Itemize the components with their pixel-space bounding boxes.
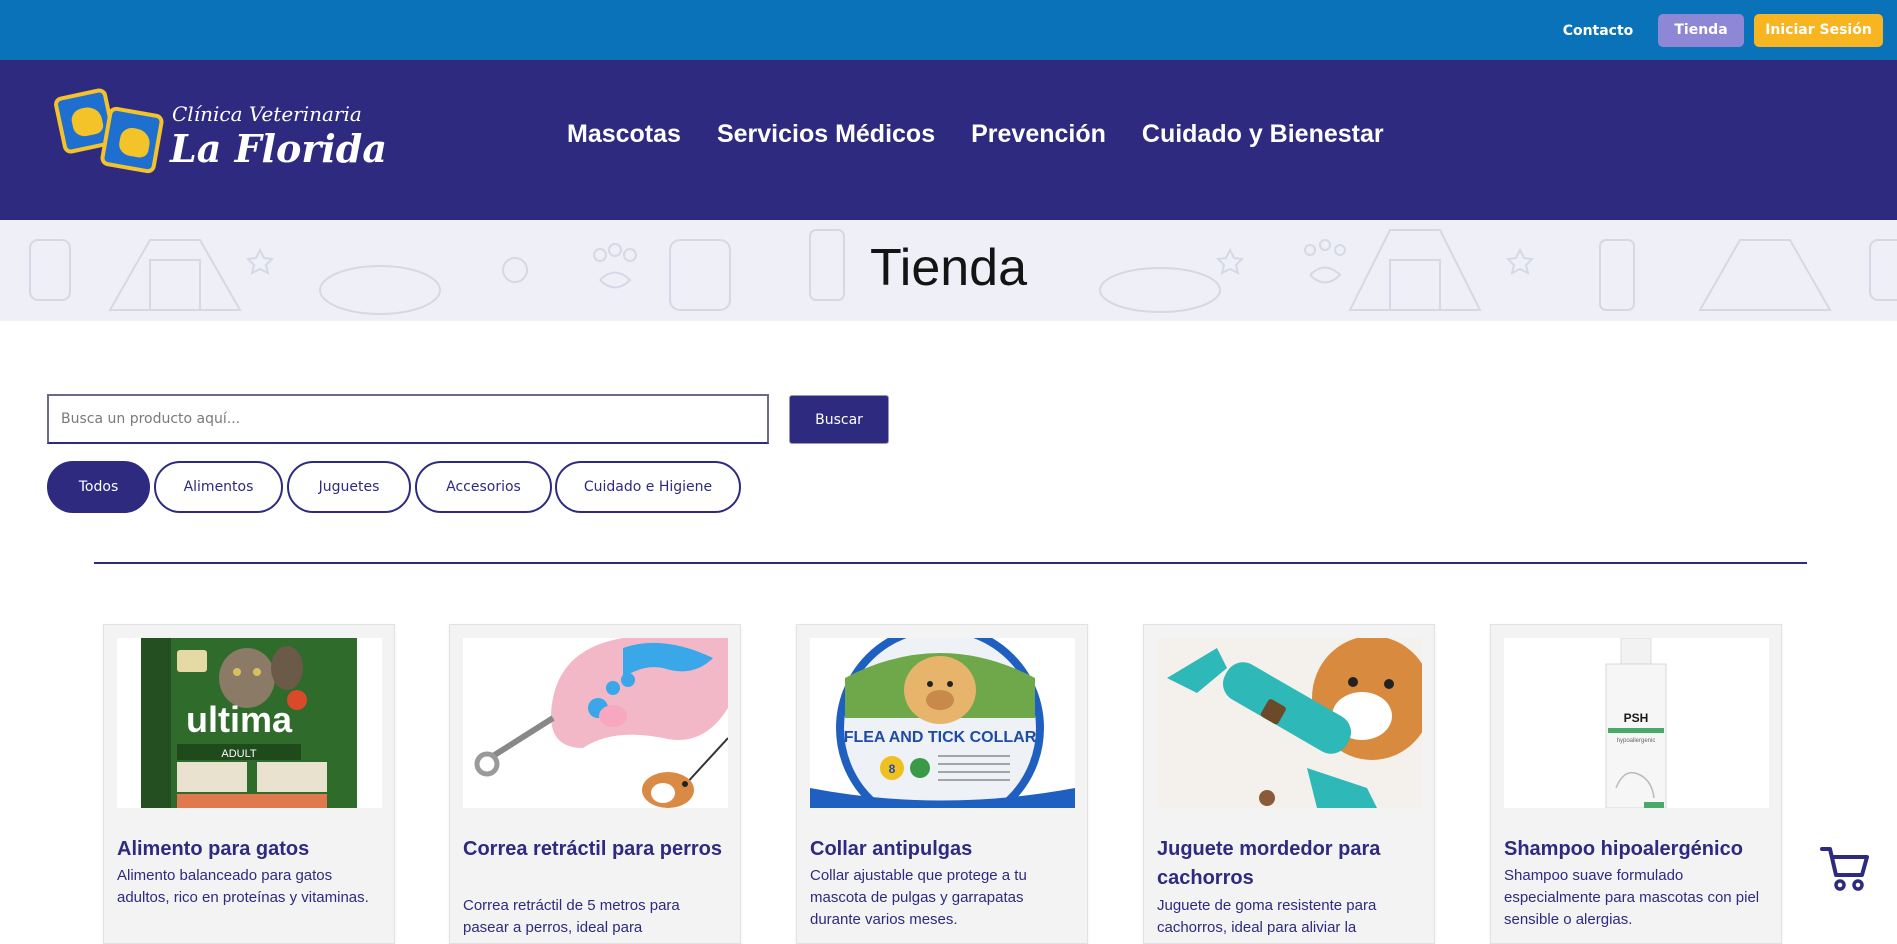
product-card[interactable]: PSH hypoallergenic Shampoo hipoalergénic…: [1490, 624, 1782, 944]
product-name[interactable]: Juguete mordedor para cachorros: [1157, 835, 1423, 893]
product-name[interactable]: Alimento para gatos: [117, 835, 383, 864]
filter-todos[interactable]: Todos: [47, 461, 150, 513]
product-name[interactable]: Correa retráctil para perros: [463, 835, 729, 864]
login-button[interactable]: Iniciar Sesión: [1754, 14, 1883, 47]
product-image-brand: ultima: [186, 699, 293, 740]
filter-alimentos[interactable]: Alimentos: [154, 461, 283, 513]
page-title: Tienda: [869, 239, 1028, 297]
product-image-badge: 8: [889, 762, 896, 776]
product-card[interactable]: ultima ADULT Alimento para gatos Aliment…: [103, 624, 395, 944]
logo-text-line2: La Florida: [170, 126, 387, 171]
store-button[interactable]: Tienda: [1658, 14, 1744, 47]
product-image-brand: PSH: [1624, 711, 1649, 725]
product-image: [463, 638, 728, 808]
filter-juguetes[interactable]: Juguetes: [287, 461, 411, 513]
product-image: ultima ADULT: [117, 638, 382, 808]
product-card[interactable]: Correa retráctil para perros Correa retr…: [449, 624, 741, 944]
product-name[interactable]: Collar antipulgas: [810, 835, 1076, 864]
filter-cuidado-higiene[interactable]: Cuidado e Higiene: [555, 461, 741, 513]
product-image-label: FLEA AND TICK COLLAR: [844, 729, 1037, 746]
product-image-subtext: ADULT: [221, 748, 257, 760]
shopping-cart-icon[interactable]: [1820, 845, 1870, 891]
logo-text-line1: Clínica Veterinaria: [172, 102, 362, 126]
nav-item-servicios-medicos[interactable]: Servicios Médicos: [717, 120, 935, 160]
search-button[interactable]: Buscar: [789, 395, 889, 444]
product-image-subtext: hypoallergenic: [1617, 738, 1656, 744]
nav-item-cuidado-bienestar[interactable]: Cuidado y Bienestar: [1142, 120, 1384, 160]
product-description: Collar ajustable que protege a tu mascot…: [810, 867, 1027, 928]
section-divider: [94, 562, 1807, 564]
product-card[interactable]: FLEA AND TICK COLLAR 8 Collar antipulgas…: [796, 624, 1088, 944]
product-description: Juguete de goma resistente para cachorro…: [1157, 897, 1377, 936]
product-image: [1157, 638, 1422, 808]
clinic-logo[interactable]: Clínica Veterinaria La Florida: [52, 87, 387, 188]
dogs-logo-icon-secondary: [99, 105, 165, 175]
top-bar: Contacto Tienda Iniciar Sesión: [0, 0, 1897, 60]
product-image: FLEA AND TICK COLLAR 8: [810, 638, 1075, 808]
contact-link[interactable]: Contacto: [1550, 14, 1646, 48]
main-nav: Mascotas Servicios Médicos Prevención Cu…: [567, 120, 1384, 160]
product-description: Shampoo suave formulado especialmente pa…: [1504, 867, 1760, 928]
product-image: PSH hypoallergenic: [1504, 638, 1769, 808]
main-header: Clínica Veterinaria La Florida Mascotas …: [0, 60, 1897, 220]
product-description: Correa retráctil de 5 metros para pasear…: [463, 897, 680, 936]
nav-item-prevencion[interactable]: Prevención: [971, 120, 1106, 160]
search-input[interactable]: [47, 394, 769, 444]
filter-accesorios[interactable]: Accesorios: [415, 461, 552, 513]
page-banner: Tienda: [0, 220, 1897, 321]
product-card[interactable]: Juguete mordedor para cachorros Juguete …: [1143, 624, 1435, 944]
product-description: Alimento balanceado para gatos adultos, …: [117, 867, 369, 906]
product-name[interactable]: Shampoo hipoalergénico: [1504, 835, 1770, 864]
nav-item-mascotas[interactable]: Mascotas: [567, 120, 681, 160]
